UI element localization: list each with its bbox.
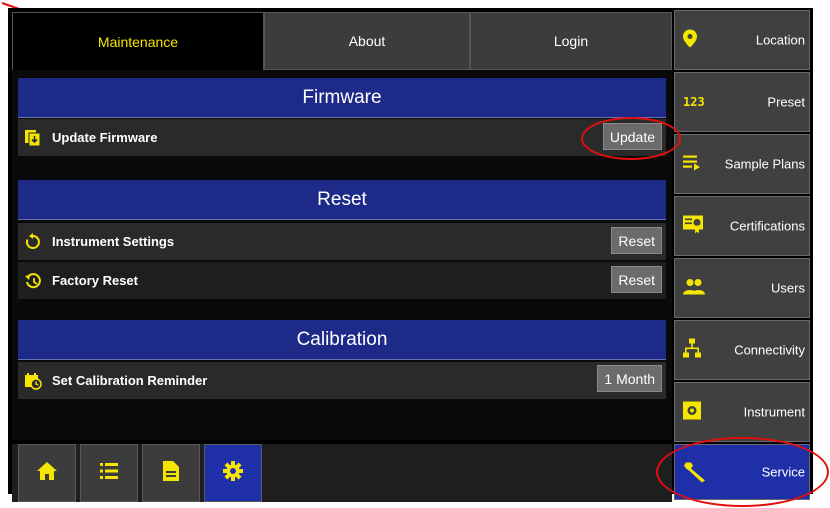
123-icon: 123 bbox=[683, 95, 705, 109]
factory-reset-button[interactable]: Reset bbox=[611, 266, 662, 293]
list-play-icon bbox=[683, 155, 705, 174]
sidebar-item-label: Users bbox=[771, 280, 805, 296]
row-label: Instrument Settings bbox=[52, 234, 175, 249]
section-header-reset: Reset bbox=[18, 180, 666, 220]
tab-maintenance[interactable]: Maintenance bbox=[12, 12, 264, 70]
row-instrument-settings: Instrument Settings Reset bbox=[18, 223, 666, 260]
list-button[interactable] bbox=[80, 444, 138, 502]
sidebar-item-label: Location bbox=[755, 32, 805, 48]
tab-about[interactable]: About bbox=[264, 12, 470, 70]
sidebar-item-sample-plans[interactable]: Sample Plans bbox=[674, 134, 810, 194]
row-label: Set Calibration Reminder bbox=[52, 373, 208, 388]
gear-icon bbox=[223, 460, 243, 486]
maintenance-panel: Firmware Update Firmware Update Reset In… bbox=[12, 70, 672, 440]
list-icon bbox=[100, 462, 118, 484]
sidebar-item-connectivity[interactable]: Connectivity bbox=[674, 320, 810, 380]
sidebar-item-instrument[interactable]: Instrument bbox=[674, 382, 810, 442]
document-button[interactable] bbox=[142, 444, 200, 502]
location-pin-icon bbox=[683, 29, 697, 51]
home-icon bbox=[37, 461, 57, 485]
annotation-circle-service bbox=[656, 437, 829, 507]
row-update-firmware: Update Firmware Update bbox=[18, 119, 666, 156]
sidebar-item-certifications[interactable]: Certifications bbox=[674, 196, 810, 256]
document-icon bbox=[163, 460, 179, 486]
firmware-update-icon bbox=[24, 129, 42, 147]
section-header-calibration: Calibration bbox=[18, 320, 666, 360]
certificate-icon bbox=[683, 215, 703, 237]
instrument-icon bbox=[683, 401, 701, 423]
section-header-firmware: Firmware bbox=[18, 78, 666, 118]
sidebar-item-label: Connectivity bbox=[734, 342, 805, 358]
users-icon bbox=[683, 279, 705, 298]
settings-button[interactable] bbox=[204, 444, 262, 502]
tab-login[interactable]: Login bbox=[470, 12, 672, 70]
bottom-nav bbox=[12, 444, 672, 502]
row-label: Update Firmware bbox=[52, 130, 158, 145]
sidebar-item-label: Sample Plans bbox=[724, 156, 805, 172]
row-factory-reset: Factory Reset Reset bbox=[18, 262, 666, 299]
sidebar-item-location[interactable]: Location bbox=[674, 10, 810, 70]
network-icon bbox=[683, 338, 701, 362]
sidebar-item-label: Certifications bbox=[729, 218, 805, 234]
restore-icon bbox=[24, 232, 42, 251]
sidebar-item-label: Preset bbox=[767, 94, 805, 110]
top-tab-bar: Maintenance About Login bbox=[12, 12, 672, 70]
annotation-circle-update bbox=[581, 117, 681, 160]
calendar-clock-icon bbox=[24, 372, 42, 390]
tab-label: Login bbox=[553, 33, 589, 49]
tab-label: About bbox=[348, 33, 386, 49]
sidebar-item-label: Instrument bbox=[743, 404, 805, 420]
tab-label: Maintenance bbox=[97, 33, 179, 50]
row-calibration-reminder: Set Calibration Reminder 1 Month bbox=[18, 362, 666, 399]
calibration-interval-select[interactable]: 1 Month bbox=[597, 365, 662, 392]
sidebar-item-users[interactable]: Users bbox=[674, 258, 810, 318]
home-button[interactable] bbox=[18, 444, 76, 502]
sidebar-item-preset[interactable]: 123 Preset bbox=[674, 72, 810, 132]
row-label: Factory Reset bbox=[52, 273, 138, 288]
reset-instrument-button[interactable]: Reset bbox=[611, 227, 662, 254]
history-icon bbox=[24, 272, 42, 290]
